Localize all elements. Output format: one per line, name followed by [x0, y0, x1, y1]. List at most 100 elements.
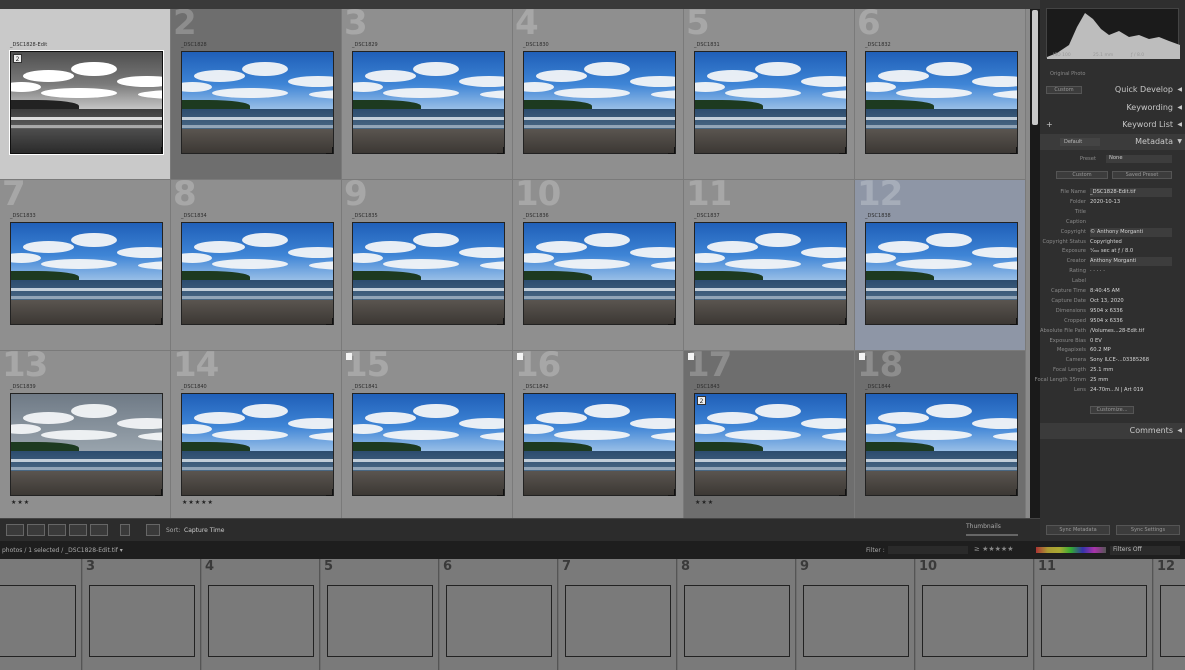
- grid-cell[interactable]: 17 _DSC1843 2 ★★★: [684, 351, 855, 518]
- grid-cell[interactable]: 5 _DSC1831: [684, 9, 855, 180]
- star-rating[interactable]: ★★★: [11, 499, 30, 506]
- photo-thumbnail[interactable]: [181, 51, 334, 154]
- keyword-list-header[interactable]: + Keyword List ◀: [1040, 117, 1185, 133]
- photo-thumbnail[interactable]: [865, 222, 1018, 325]
- filmstrip-cell[interactable]: 12: [1154, 559, 1185, 670]
- flag-icon[interactable]: [859, 353, 865, 360]
- filmstrip-thumbnail[interactable]: [89, 585, 195, 657]
- loupe-view-button[interactable]: [27, 524, 45, 536]
- filmstrip-thumbnail[interactable]: [684, 585, 790, 657]
- photo-thumbnail[interactable]: [352, 393, 505, 496]
- filmstrip-thumbnail[interactable]: [803, 585, 909, 657]
- stack-count-badge[interactable]: 2: [13, 54, 22, 63]
- spray-can-icon[interactable]: [120, 524, 130, 536]
- filter-icons[interactable]: [888, 546, 968, 554]
- photo-thumbnail[interactable]: [523, 51, 676, 154]
- color-label-filter[interactable]: [1036, 547, 1106, 553]
- filmstrip-cell[interactable]: 11: [1035, 559, 1153, 670]
- original-photo-checkbox[interactable]: Original Photo: [1050, 71, 1085, 77]
- flag-icon[interactable]: [346, 353, 352, 360]
- flag-icon[interactable]: [688, 353, 694, 360]
- photo-thumbnail[interactable]: [523, 222, 676, 325]
- filmstrip-cell[interactable]: [0, 559, 82, 670]
- filmstrip-cell[interactable]: 5: [321, 559, 439, 670]
- photo-thumbnail[interactable]: [865, 51, 1018, 154]
- grid-cell[interactable]: 2 _DSC1828: [171, 9, 342, 180]
- grid-cell[interactable]: 3 _DSC1829: [342, 9, 513, 180]
- rating-filter-stars[interactable]: ≥ ★★★★★: [974, 545, 1013, 553]
- photo-thumbnail[interactable]: [181, 222, 334, 325]
- grid-view-button[interactable]: [6, 524, 24, 536]
- filmstrip-thumbnail[interactable]: [565, 585, 671, 657]
- metadata-value[interactable]: Anthony Morganti: [1090, 257, 1172, 267]
- preset-select[interactable]: None: [1106, 155, 1172, 163]
- filmstrip-thumbnail[interactable]: [922, 585, 1028, 657]
- sync-settings-button[interactable]: Sync Settings: [1116, 525, 1180, 535]
- photo-thumbnail[interactable]: [694, 393, 847, 496]
- sort-direction-icon[interactable]: [146, 524, 160, 536]
- photo-thumbnail[interactable]: [865, 393, 1018, 496]
- filmstrip-cell[interactable]: 6: [440, 559, 558, 670]
- filmstrip-thumbnail[interactable]: [327, 585, 433, 657]
- filmstrip-thumbnail[interactable]: [0, 585, 76, 657]
- grid-cell[interactable]: 7 _DSC1833: [0, 180, 171, 351]
- filmstrip-cell[interactable]: 9: [797, 559, 915, 670]
- grid-scrollbar[interactable]: [1032, 10, 1038, 125]
- filters-off-select[interactable]: Filters Off: [1110, 546, 1180, 555]
- filmstrip-cell[interactable]: 7: [559, 559, 677, 670]
- grid-cell[interactable]: 15 _DSC1841: [342, 351, 513, 518]
- photo-thumbnail[interactable]: [523, 393, 676, 496]
- customize-button[interactable]: Customize...: [1090, 406, 1134, 414]
- stack-count-badge[interactable]: 2: [697, 396, 706, 405]
- filmstrip-thumbnail[interactable]: [208, 585, 314, 657]
- star-rating[interactable]: ★★★: [695, 499, 714, 506]
- grid-cell[interactable]: 9 _DSC1835: [342, 180, 513, 351]
- filmstrip-cell[interactable]: 10: [916, 559, 1034, 670]
- grid-cell[interactable]: 8 _DSC1834: [171, 180, 342, 351]
- metadata-value[interactable]: © Anthony Morganti: [1090, 227, 1172, 237]
- saved-preset-button[interactable]: Saved Preset: [1112, 171, 1172, 179]
- metadata-header[interactable]: Default Metadata ▼: [1040, 134, 1185, 150]
- filmstrip-cell[interactable]: 3: [83, 559, 201, 670]
- filmstrip-thumbnail[interactable]: [1041, 585, 1147, 657]
- people-view-button[interactable]: [90, 524, 108, 536]
- photo-thumbnail[interactable]: [352, 51, 505, 154]
- thumbnail-grid[interactable]: _DSC1828-Edit 2 2 _DSC1828 3 _DSC1829 4 _DSC183…: [0, 0, 1030, 518]
- sync-metadata-button[interactable]: Sync Metadata: [1046, 525, 1110, 535]
- metadata-value[interactable]: _DSC1828-Edit.tif: [1090, 188, 1172, 197]
- photo-thumbnail[interactable]: [9, 50, 164, 155]
- filmstrip-thumbnail[interactable]: [1160, 585, 1185, 657]
- grid-cell[interactable]: _DSC1828-Edit 2: [0, 9, 171, 180]
- photo-thumbnail[interactable]: [352, 222, 505, 325]
- grid-cell[interactable]: 13 _DSC1839 ★★★: [0, 351, 171, 518]
- metadata-preset-select[interactable]: Default: [1060, 138, 1100, 146]
- compare-view-button[interactable]: [48, 524, 66, 536]
- grid-cell[interactable]: 14 _DSC1840 ★★★★★: [171, 351, 342, 518]
- photo-thumbnail[interactable]: [10, 222, 163, 325]
- grid-cell[interactable]: 16 _DSC1842: [513, 351, 684, 518]
- filmstrip-thumbnail[interactable]: [446, 585, 552, 657]
- photo-thumbnail[interactable]: [694, 222, 847, 325]
- photo-thumbnail[interactable]: [181, 393, 334, 496]
- filmstrip[interactable]: 3 4 5 6 7 8 9 10 11 12: [0, 559, 1185, 670]
- quick-develop-header[interactable]: Quick Develop ◀: [1040, 82, 1185, 98]
- histogram[interactable]: ISO 100 25.1 mm ƒ / 8.0: [1046, 8, 1180, 59]
- star-rating[interactable]: ★★★★★: [182, 499, 214, 506]
- filmstrip-cell[interactable]: 8: [678, 559, 796, 670]
- grid-cell[interactable]: 6 _DSC1832: [855, 9, 1026, 180]
- grid-cell[interactable]: 12 _DSC1838: [855, 180, 1026, 351]
- filmstrip-source-path[interactable]: photos / 1 selected / _DSC1828-Edit.tif …: [2, 547, 123, 554]
- comments-header[interactable]: Comments ◀: [1040, 423, 1185, 439]
- photo-thumbnail[interactable]: [10, 393, 163, 496]
- grid-cell[interactable]: 4 _DSC1830: [513, 9, 684, 180]
- grid-cell[interactable]: 11 _DSC1837: [684, 180, 855, 351]
- photo-thumbnail[interactable]: [694, 51, 847, 154]
- grid-cell[interactable]: 18 _DSC1844: [855, 351, 1026, 518]
- survey-view-button[interactable]: [69, 524, 87, 536]
- sort-select[interactable]: Capture Time: [184, 527, 224, 534]
- custom-button[interactable]: Custom: [1056, 171, 1108, 179]
- flag-icon[interactable]: [517, 353, 523, 360]
- grid-cell[interactable]: 10 _DSC1836: [513, 180, 684, 351]
- filmstrip-cell[interactable]: 4: [202, 559, 320, 670]
- keywording-header[interactable]: Keywording ◀: [1040, 100, 1185, 116]
